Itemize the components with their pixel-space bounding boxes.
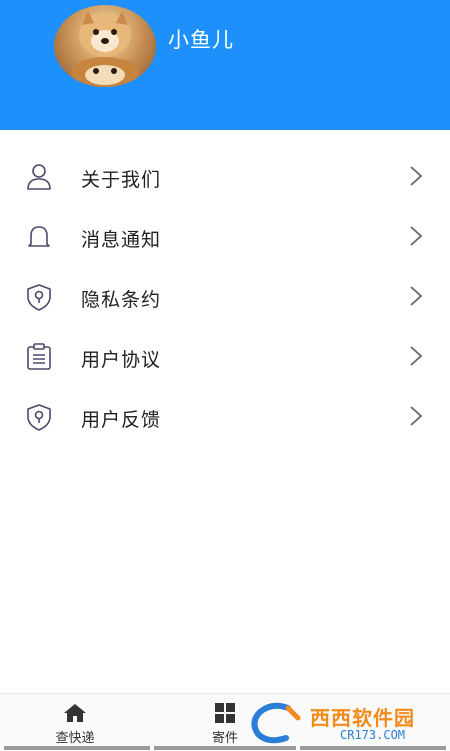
menu-item-label: 隐私条约: [81, 289, 162, 311]
username: 小鱼儿: [168, 28, 234, 52]
tab-indicator: [4, 746, 150, 750]
clipboard-icon: [27, 343, 51, 370]
menu-item-about-us[interactable]: 关于我们: [0, 146, 450, 206]
tab-track-package[interactable]: 查快递: [0, 694, 150, 751]
menu-item-label: 消息通知: [81, 229, 162, 251]
menu-item-label: 用户协议: [81, 349, 162, 371]
menu-item-label: 用户反馈: [81, 409, 162, 431]
menu-item-user-feedback[interactable]: 用户反馈: [0, 386, 450, 446]
chevron-right-icon: [410, 226, 423, 246]
watermark-logo-icon: [251, 702, 301, 744]
tab-label: 查快递: [55, 731, 95, 746]
shiba-dog-avatar-image: [71, 11, 139, 87]
watermark-subtext: CR173.COM: [340, 728, 406, 742]
chevron-right-icon: [410, 346, 423, 366]
profile-header: 小鱼儿: [0, 0, 450, 130]
menu-item-privacy-policy[interactable]: 隐私条约: [0, 266, 450, 326]
bell-icon: [28, 226, 50, 247]
menu-item-notifications[interactable]: 消息通知: [0, 206, 450, 266]
chevron-right-icon: [410, 286, 423, 306]
chevron-right-icon: [410, 406, 423, 426]
shield-icon: [27, 284, 51, 311]
user-icon: [27, 164, 51, 190]
chevron-right-icon: [410, 166, 423, 186]
watermark-text: 西西软件园: [310, 706, 415, 730]
shield-icon: [27, 404, 51, 431]
menu-item-user-agreement[interactable]: 用户协议: [0, 326, 450, 386]
settings-menu: 关于我们 消息通知 隐私条约 用户协议 用户反馈: [0, 146, 450, 446]
home-icon: [64, 704, 86, 722]
site-watermark: 西西软件园 CR173.COM: [248, 700, 446, 748]
grid-icon: [215, 703, 235, 723]
menu-item-label: 关于我们: [81, 169, 162, 191]
avatar[interactable]: [54, 5, 156, 87]
